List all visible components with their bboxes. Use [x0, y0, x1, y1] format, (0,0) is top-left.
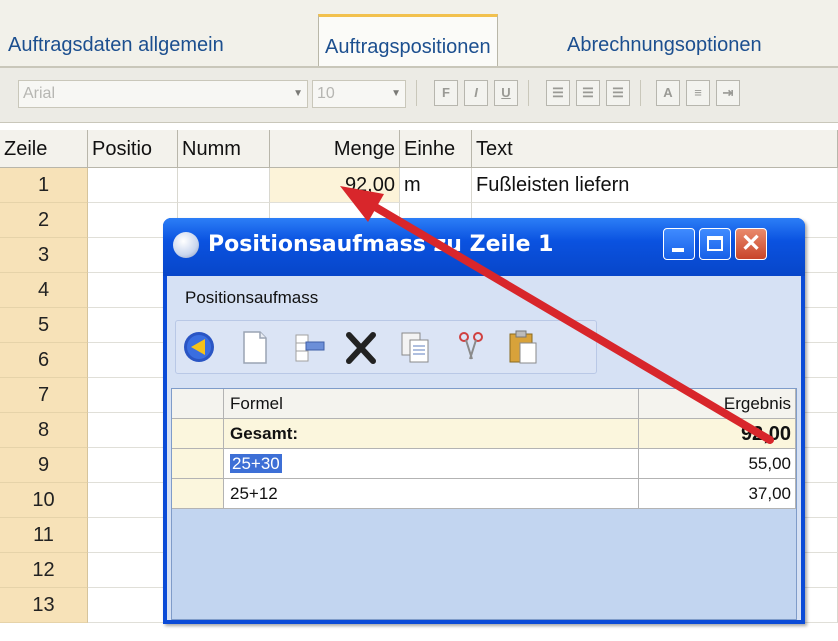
bold-button[interactable]: F — [434, 80, 458, 106]
row-indicator — [172, 389, 224, 419]
cut-icon[interactable] — [454, 329, 488, 365]
dialog-title: Positionsaufmass zu Zeile 1 — [208, 232, 554, 257]
row-number[interactable]: 7 — [0, 378, 88, 413]
row-number[interactable]: 8 — [0, 413, 88, 448]
app-icon — [173, 232, 199, 258]
tab-auftragsdaten-allgemein[interactable]: Auftragsdaten allgemein — [8, 24, 224, 66]
align-center-icon[interactable]: ☰ — [576, 80, 600, 106]
table-row[interactable]: 25+12 37,00 — [172, 479, 796, 509]
underline-button[interactable]: U — [494, 80, 518, 106]
sum-label: Gesamt: — [224, 419, 639, 449]
column-header-einheit[interactable]: Einhe — [400, 130, 472, 168]
position-cell[interactable] — [88, 168, 178, 203]
tab-abrechnungsoptionen[interactable]: Abrechnungsoptionen — [567, 24, 762, 66]
sum-row: Gesamt: 92,00 — [172, 419, 796, 449]
paste-icon[interactable] — [506, 329, 540, 365]
table-row[interactable]: 1 92,00 m Fußleisten liefern — [0, 168, 838, 203]
formel-cell[interactable]: 25+12 — [224, 479, 639, 509]
column-header-position[interactable]: Positio — [88, 130, 178, 168]
row-number[interactable]: 12 — [0, 553, 88, 588]
new-doc-icon[interactable] — [238, 329, 272, 365]
table-header-row: Formel Ergebnis — [172, 389, 796, 419]
formel-cell[interactable]: 25+30 — [224, 449, 639, 479]
toolbar-separator — [416, 80, 419, 106]
align-right-icon[interactable]: ☰ — [606, 80, 630, 106]
column-header-text[interactable]: Text — [472, 130, 838, 168]
aufmass-table: Formel Ergebnis Gesamt: 92,00 25+30 55,0… — [171, 388, 797, 620]
table-row[interactable]: 25+30 55,00 — [172, 449, 796, 479]
row-number[interactable]: 9 — [0, 448, 88, 483]
toolbar-separator — [640, 80, 643, 106]
positionsaufmass-dialog: Positionsaufmass zu Zeile 1 ✕ Positionsa… — [163, 218, 805, 624]
row-number[interactable]: 11 — [0, 518, 88, 553]
chevron-down-icon: ▼ — [391, 88, 401, 99]
dialog-titlebar[interactable]: Positionsaufmass zu Zeile 1 ✕ — [163, 218, 805, 276]
maximize-icon — [707, 236, 723, 251]
tab-bar: Auftragsdaten allgemein Auftragsposition… — [0, 0, 838, 68]
ergebnis-cell: 55,00 — [639, 449, 796, 479]
row-indicator[interactable] — [172, 449, 224, 479]
menu-positionsaufmass[interactable]: Positionsaufmass — [185, 288, 318, 308]
font-name-value: Arial — [23, 85, 56, 102]
einheit-cell[interactable]: m — [400, 168, 472, 203]
row-number[interactable]: 13 — [0, 588, 88, 623]
tab-auftragspositionen[interactable]: Auftragspositionen — [318, 14, 498, 68]
sum-value: 92,00 — [639, 419, 796, 449]
align-left-icon[interactable]: ☰ — [546, 80, 570, 106]
insert-row-icon[interactable] — [292, 329, 326, 365]
column-header-formel[interactable]: Formel — [224, 389, 639, 419]
close-icon: ✕ — [740, 230, 762, 257]
format-toolbar: Arial ▼ 10 ▼ F I U ☰ ☰ ☰ A ≡ ⇥ — [0, 68, 838, 123]
row-number[interactable]: 2 — [0, 203, 88, 238]
indent-icon[interactable]: ⇥ — [716, 80, 740, 106]
font-size-select[interactable]: 10 ▼ — [312, 80, 406, 108]
dialog-toolbar — [175, 320, 597, 374]
list-icon[interactable]: ≡ — [686, 80, 710, 106]
row-number[interactable]: 4 — [0, 273, 88, 308]
italic-button[interactable]: I — [464, 80, 488, 106]
dialog-body: Positionsaufmass Formel Ergebnis Gesamt:… — [167, 276, 801, 620]
column-header-nummer[interactable]: Numm — [178, 130, 270, 168]
nummer-cell[interactable] — [178, 168, 270, 203]
column-header-zeile[interactable]: Zeile — [0, 130, 88, 168]
row-indicator[interactable] — [172, 479, 224, 509]
row-number[interactable]: 5 — [0, 308, 88, 343]
font-color-icon[interactable]: A — [656, 80, 680, 106]
font-name-select[interactable]: Arial ▼ — [18, 80, 308, 108]
maximize-button[interactable] — [699, 228, 731, 260]
row-number[interactable]: 1 — [0, 168, 88, 203]
row-number[interactable]: 6 — [0, 343, 88, 378]
column-header-menge[interactable]: Menge — [270, 130, 400, 168]
chevron-down-icon: ▼ — [293, 88, 303, 99]
copy-icon[interactable] — [398, 329, 432, 365]
menge-cell[interactable]: 92,00 — [270, 168, 400, 203]
row-indicator — [172, 419, 224, 449]
formel-value[interactable]: 25+30 — [230, 454, 282, 473]
row-number[interactable]: 10 — [0, 483, 88, 518]
minimize-button[interactable] — [663, 228, 695, 260]
ergebnis-cell: 37,00 — [639, 479, 796, 509]
row-number[interactable]: 3 — [0, 238, 88, 273]
toolbar-separator — [528, 80, 531, 106]
close-button[interactable]: ✕ — [735, 228, 767, 260]
font-size-value: 10 — [317, 85, 335, 102]
delete-icon[interactable] — [344, 329, 378, 365]
column-header-ergebnis[interactable]: Ergebnis — [639, 389, 796, 419]
text-cell[interactable]: Fußleisten liefern — [472, 168, 838, 203]
minimize-icon — [672, 248, 684, 252]
back-icon[interactable] — [182, 329, 216, 365]
